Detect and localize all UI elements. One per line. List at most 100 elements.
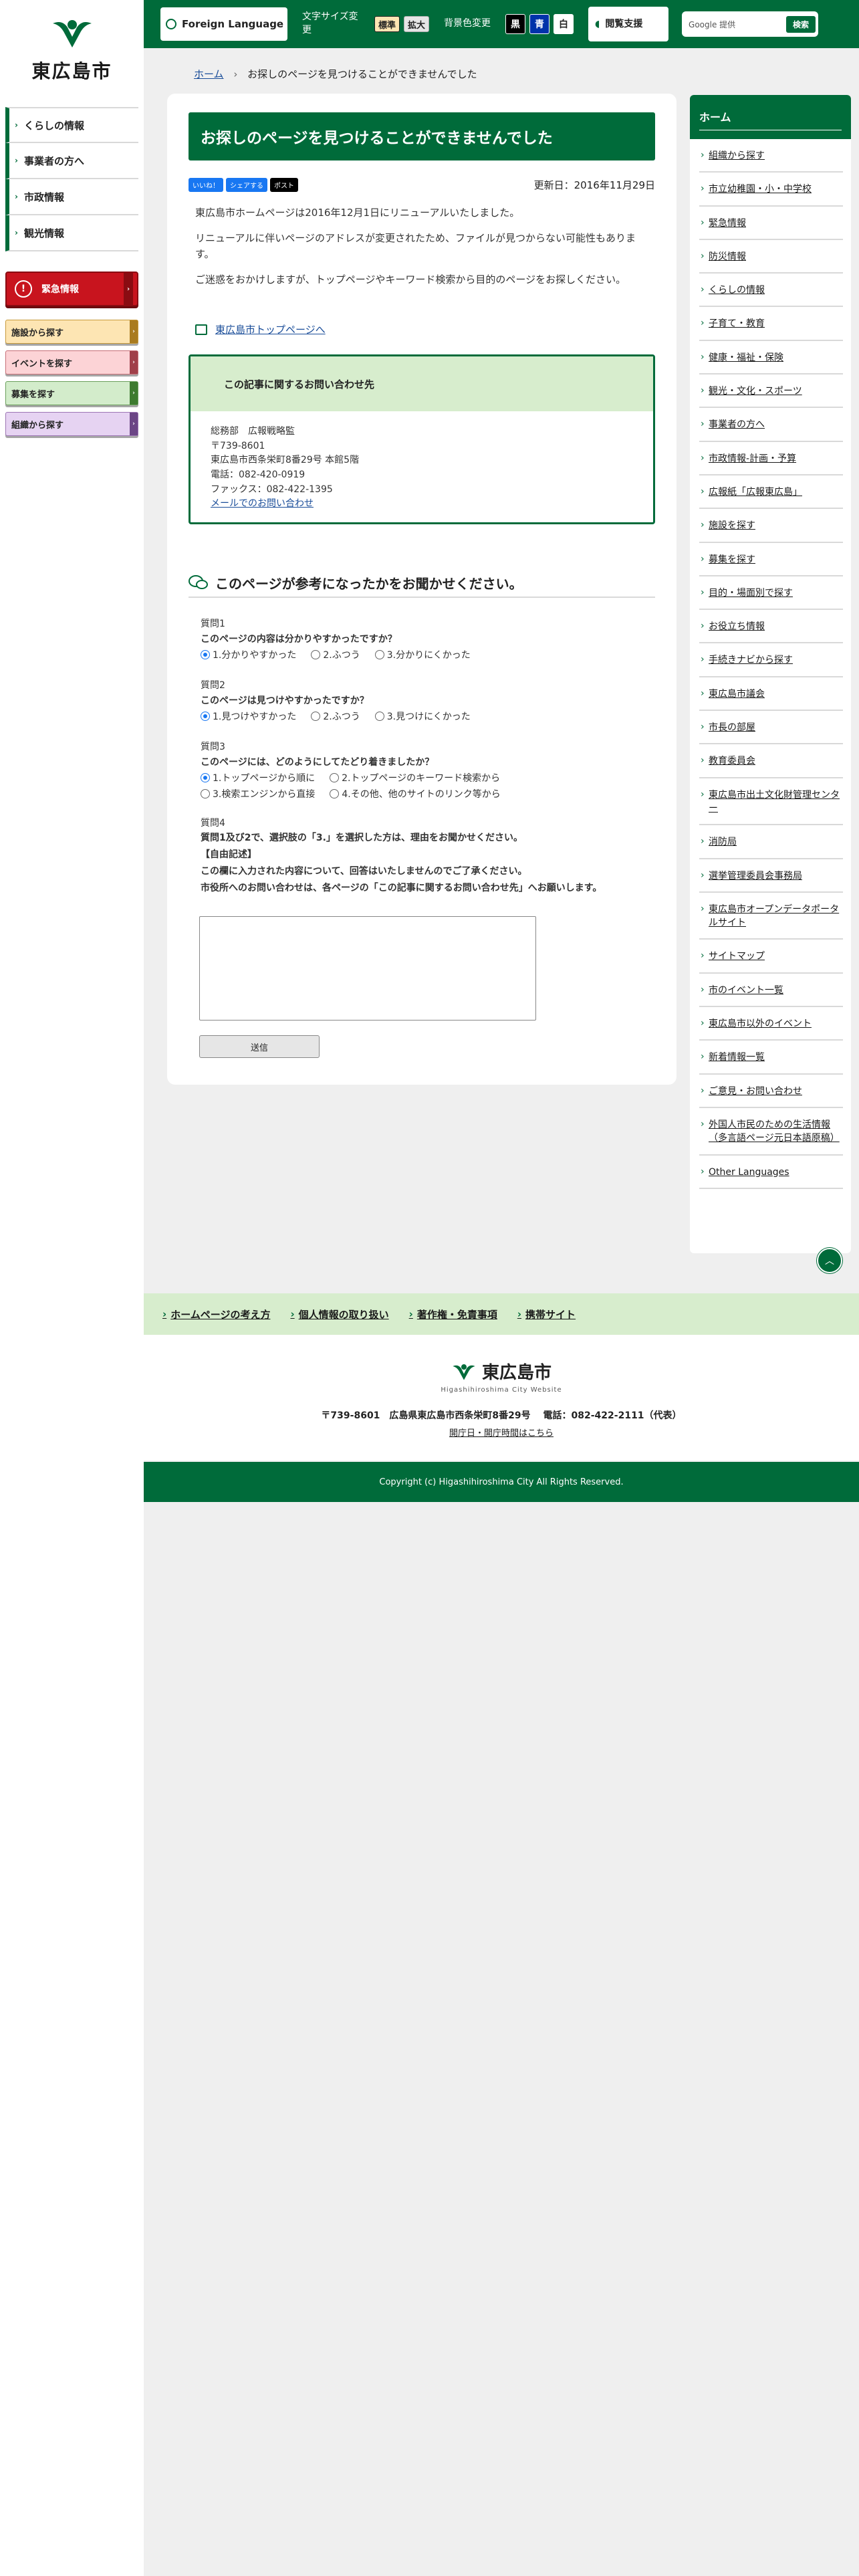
right-nav-item[interactable]: › 手続きナビから探す [699,643,843,677]
left-nav-item-city[interactable]: › 市政情報 [5,179,138,215]
facebook-share-button[interactable]: シェアする [226,178,267,192]
bg-blue-button[interactable]: 青 [529,14,550,34]
right-nav-link[interactable]: 東広島市議会 [709,689,765,700]
right-nav-link[interactable]: 東広島市出土文化財管理センター [709,790,840,814]
radio-option[interactable]: 4.その他、他のサイトのリンク等から [330,787,501,800]
right-nav-link[interactable]: 市政情報-計画・予算 [709,453,796,464]
right-nav-item[interactable]: › 緊急情報 [699,207,843,240]
right-nav-item[interactable]: › 防災情報 [699,240,843,274]
contact-mail-link[interactable]: メールでのお問い合わせ [211,498,314,509]
radio-option[interactable]: 2.トップページのキーワード検索から [330,771,500,784]
right-nav-item[interactable]: › 東広島市オープンデータポータルサイト [699,893,843,940]
reading-assist-button[interactable]: ◖ 閲覧支援 [588,7,669,41]
right-nav-item[interactable]: › サイトマップ [699,940,843,974]
radio-button[interactable] [330,773,340,782]
footer-link-policy[interactable]: › ホームページの考え方 [162,1307,270,1321]
right-nav-item[interactable]: › くらしの情報 [699,274,843,308]
radio-button[interactable] [201,773,210,782]
right-nav-item[interactable]: › 選挙管理委員会事務局 [699,859,843,893]
right-nav-link[interactable]: 新着情報一覧 [709,1052,765,1063]
find-event-button[interactable]: イベントを探す › [5,350,138,374]
radio-option[interactable]: 1.トップページから順に [201,771,315,784]
right-nav-link[interactable]: 外国人市民のための生活情報（多言語ページ元日本語原稿） [709,1119,840,1144]
right-nav-item[interactable]: › 目的・場面別で探す [699,576,843,611]
right-nav-item[interactable]: › 新着情報一覧 [699,1041,843,1075]
right-nav-item[interactable]: › 市長の部屋 [699,711,843,745]
search-input[interactable]: Google 提供 [689,19,786,30]
radio-option[interactable]: 2.ふつう [311,710,360,723]
right-nav-link[interactable]: 事業者の方へ [709,419,765,430]
right-nav-item[interactable]: › お役立ち情報 [699,610,843,644]
right-nav-item[interactable]: › 施設を探す [699,509,843,543]
right-nav-link[interactable]: 募集を探す [709,554,755,565]
right-nav-item[interactable]: › 観光・文化・スポーツ [699,374,843,409]
right-nav-item[interactable]: › 市政情報-計画・予算 [699,442,843,475]
footer-link-privacy[interactable]: › 個人情報の取り扱い [290,1307,388,1321]
right-nav-link[interactable]: Other Languages [709,1167,789,1178]
right-nav-item[interactable]: › 組織から探す [699,139,843,173]
feedback-textarea[interactable] [199,916,536,1021]
right-nav-link[interactable]: 市立幼稚園・小・中学校 [709,184,812,195]
radio-button[interactable] [201,650,210,659]
find-organization-button[interactable]: 組織から探す › [5,412,138,436]
x-post-button[interactable]: ポスト [270,178,298,192]
right-nav-link[interactable]: 観光・文化・スポーツ [709,386,802,397]
right-nav-item[interactable]: › 子育て・教育 [699,307,843,341]
radio-option[interactable]: 3.検索エンジンから直接 [201,787,315,800]
right-nav-link[interactable]: 緊急情報 [709,218,746,229]
emergency-button[interactable]: ! 緊急情報 › [5,272,138,306]
right-nav-link[interactable]: お役立ち情報 [709,621,765,632]
facebook-like-button[interactable]: いいね！ [189,178,223,192]
right-nav-link[interactable]: 健康・福祉・保険 [709,352,783,363]
find-facility-button[interactable]: 施設から探す › [5,320,138,344]
site-logo[interactable]: 東広島市 [0,0,144,100]
radio-option[interactable]: 2.ふつう [311,648,360,661]
radio-option[interactable]: 3.見つけにくかった [374,710,471,723]
radio-button[interactable] [330,789,340,798]
radio-button[interactable] [374,650,384,659]
right-nav-link[interactable]: 消防局 [709,837,737,847]
font-size-large-button[interactable]: 拡大 [404,16,430,32]
right-nav-item[interactable]: › 事業者の方へ [699,408,843,442]
radio-button[interactable] [201,712,210,721]
footer-link-mobile[interactable]: › 携帯サイト [517,1307,576,1321]
right-nav-item[interactable]: › 東広島市議会 [699,677,843,712]
right-nav-link[interactable]: 施設を探す [709,520,755,531]
radio-option[interactable]: 3.分かりにくかった [374,648,471,661]
top-page-link[interactable]: 東広島市トップページへ [215,322,326,336]
footer-link-copyright[interactable]: › 著作権・免責事項 [409,1307,497,1321]
foreign-language-button[interactable]: Foreign Language [160,7,287,41]
right-nav-link[interactable]: 目的・場面別で探す [709,588,793,599]
right-nav-item[interactable]: › Other Languages [699,1156,843,1189]
right-nav-link[interactable]: サイトマップ [709,951,765,962]
radio-button[interactable] [201,789,210,798]
right-nav-item[interactable]: › 広報紙「広報東広島」 [699,475,843,510]
font-size-standard-button[interactable]: 標準 [374,16,400,32]
bg-white-button[interactable]: 白 [554,14,574,34]
right-nav-link[interactable]: 組織から探す [709,150,765,161]
radio-option[interactable]: 1.分かりやすかった [201,648,296,661]
radio-button[interactable] [374,712,384,721]
back-to-top-button[interactable]: ︿ [817,1248,842,1273]
right-nav-link[interactable]: 教育委員会 [709,756,755,766]
right-nav-link[interactable]: 東広島市オープンデータポータルサイト [709,904,839,928]
right-nav-link[interactable]: 手続きナビから探す [709,655,793,665]
radio-button[interactable] [311,712,321,721]
bg-black-button[interactable]: 黒 [505,14,526,34]
right-nav-link[interactable]: 市のイベント一覧 [709,985,783,996]
right-nav-link[interactable]: 東広島市以外のイベント [709,1018,812,1029]
radio-button[interactable] [311,650,321,659]
find-recruitment-button[interactable]: 募集を探す › [5,381,138,405]
search-button[interactable]: 検索 [786,15,816,33]
right-nav-item[interactable]: › ご意見・お問い合わせ [699,1075,843,1108]
right-nav-link[interactable]: ご意見・お問い合わせ [709,1086,802,1097]
breadcrumb-home-link[interactable]: ホーム [194,68,224,80]
right-nav-link[interactable]: くらしの情報 [709,285,765,296]
left-nav-item-tourism[interactable]: › 観光情報 [5,215,138,251]
right-nav-item[interactable]: › 市のイベント一覧 [699,974,843,1008]
right-nav-item[interactable]: › 東広島市出土文化財管理センター [699,778,843,826]
right-nav-item[interactable]: › 募集を探す [699,543,843,576]
office-hours-link[interactable]: 開庁日・開庁時間はこちら [449,1428,554,1438]
right-nav-heading[interactable]: ホーム [690,95,851,139]
left-nav-item-life[interactable]: › くらしの情報 [5,107,138,143]
